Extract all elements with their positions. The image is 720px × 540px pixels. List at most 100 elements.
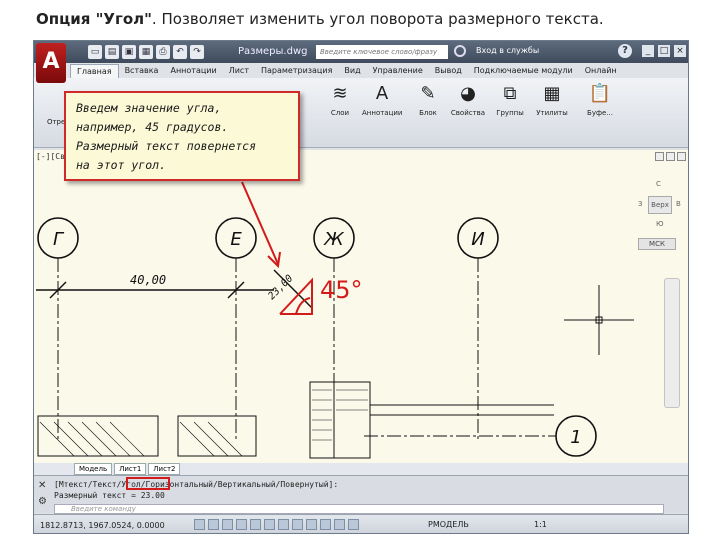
tab-model[interactable]: Модель xyxy=(74,463,113,475)
viewport-close-button[interactable] xyxy=(677,152,686,161)
undo-icon[interactable]: ↶ xyxy=(173,45,187,59)
snap-toggle[interactable] xyxy=(194,519,205,530)
drawing-canvas[interactable]: 40,00 23,00 45° Г Е Ж И1 xyxy=(34,150,689,463)
command-close-icon[interactable]: ✕ xyxy=(38,480,46,491)
ribbon-tool[interactable]: ◕ Свойства xyxy=(448,82,488,117)
ribbon-tab[interactable]: Аннотации xyxy=(164,64,222,78)
status-bar: 1812.8713, 1967.0524, 0.0000 РМОДЕЛЬ 1:1 xyxy=(34,514,688,533)
ribbon-tab[interactable]: Вид xyxy=(338,64,366,78)
cursor-coordinates: 1812.8713, 1967.0524, 0.0000 xyxy=(40,521,165,530)
wall-block xyxy=(177,415,257,457)
command-settings-icon[interactable]: ⚙ xyxy=(38,496,47,507)
ribbon-tab[interactable]: Вывод xyxy=(429,64,468,78)
dyn-toggle[interactable] xyxy=(292,519,303,530)
ribbon-tool[interactable]: ✎ Блок xyxy=(408,82,448,117)
model-space-toggle[interactable]: РМОДЕЛЬ xyxy=(428,520,469,529)
angle-arc xyxy=(295,297,311,315)
ribbon-tab[interactable]: Главная xyxy=(70,64,119,78)
viewcube-west[interactable]: З xyxy=(638,200,643,208)
navigation-bar[interactable] xyxy=(664,278,680,408)
axis-label: И xyxy=(471,229,484,250)
minimize-button[interactable]: _ xyxy=(642,45,654,57)
ribbon-tool[interactable]: ≋ Слои xyxy=(320,82,360,117)
save-as-icon[interactable]: ▦ xyxy=(139,45,153,59)
axis-label: Ж xyxy=(323,229,344,250)
search-input[interactable]: Введите ключевое слово/фразу xyxy=(316,45,448,59)
ribbon-tab[interactable]: Онлайн xyxy=(579,64,623,78)
callout-line: на этот угол. xyxy=(76,158,167,172)
search-icon[interactable] xyxy=(454,45,466,57)
grid-toggle[interactable] xyxy=(208,519,219,530)
save-icon[interactable]: ▣ xyxy=(122,45,136,59)
page-heading: Опция "Угол". Позволяет изменить угол по… xyxy=(36,10,604,28)
command-window: ✕ ⚙ [Мтекст/Текст/Угол/Горизонтальный/Ве… xyxy=(34,475,688,514)
viewport-restore-button[interactable] xyxy=(666,152,675,161)
viewcube-north[interactable]: С xyxy=(656,180,661,188)
ribbon-tab[interactable]: Лист xyxy=(223,64,255,78)
viewport-minimize-button[interactable] xyxy=(655,152,664,161)
autocad-window: ▭ ▤ ▣ ▦ ⎙ ↶ ↷ Размеры.dwg Введите ключевое сло… xyxy=(33,40,689,534)
otrack-toggle[interactable] xyxy=(264,519,275,530)
annotation-scale[interactable]: 1:1 xyxy=(534,520,547,529)
command-highlight-box xyxy=(126,477,170,490)
callout-line: например, 45 градусов. xyxy=(76,120,229,134)
ribbon-tool[interactable]: ⧉ Группы xyxy=(490,82,530,117)
ribbon-tool[interactable]: 📋 Буфе... xyxy=(580,82,620,117)
drawing-viewport[interactable]: 40,00 23,00 45° Г Е Ж И 1 С З В Ю Верх М… xyxy=(34,150,689,463)
annotation-callout: Введем значение угла, например, 45 граду… xyxy=(64,91,300,181)
polar-toggle[interactable] xyxy=(236,519,247,530)
ribbon-tab[interactable]: Вставка xyxy=(119,64,165,78)
ribbon-tool-label: Свойства xyxy=(450,109,486,117)
osnap-toggle[interactable] xyxy=(250,519,261,530)
drafting-settings xyxy=(194,519,359,530)
wcs-menu[interactable]: МСК xyxy=(638,238,676,250)
properties-icon: ◕ xyxy=(460,83,476,104)
window-controls: _ □ × xyxy=(642,45,686,57)
new-icon[interactable]: ▭ xyxy=(88,45,102,59)
ducs-toggle[interactable] xyxy=(278,519,289,530)
command-history-line: Размерный текст = 23.00 xyxy=(54,491,165,500)
ortho-toggle[interactable] xyxy=(222,519,233,530)
ribbon-tool-label: Утилиты xyxy=(536,109,568,117)
ribbon-tool-label: Слои xyxy=(330,109,350,117)
viewcube-south[interactable]: Ю xyxy=(656,220,664,228)
text-icon: A xyxy=(375,83,389,104)
qp-toggle[interactable] xyxy=(334,519,345,530)
dimension-text: 40,00 xyxy=(130,273,166,287)
ribbon-tab[interactable]: Параметризация xyxy=(255,64,338,78)
utilities-icon: ▦ xyxy=(543,83,561,104)
page: Опция "Угол". Позволяет изменить угол по… xyxy=(0,0,720,540)
ribbon-tab[interactable]: Подключаемые модули xyxy=(468,64,579,78)
layout-tabs: Модель Лист1 Лист2 xyxy=(34,463,688,475)
block-icon: ✎ xyxy=(420,83,436,104)
ribbon-tab[interactable]: Управление xyxy=(367,64,429,78)
clipboard-icon: 📋 xyxy=(588,83,612,104)
tab-sheet1[interactable]: Лист1 xyxy=(114,463,147,475)
login-link[interactable]: Вход в службы xyxy=(476,46,539,55)
ribbon-tool[interactable]: ▦ Утилиты xyxy=(532,82,572,117)
help-icon[interactable]: ? xyxy=(618,44,632,58)
groups-icon: ⧉ xyxy=(503,83,517,104)
layers-icon: ≋ xyxy=(332,83,348,104)
app-menu-button[interactable]: A xyxy=(36,43,66,83)
open-icon[interactable]: ▤ xyxy=(105,45,119,59)
tab-sheet2[interactable]: Лист2 xyxy=(148,463,181,475)
ribbon-tabs: Главная Вставка Аннотации Лист Параметризаци… xyxy=(70,64,623,78)
viewcube-east[interactable]: В xyxy=(676,200,681,208)
sc-toggle[interactable] xyxy=(348,519,359,530)
viewcube-face[interactable]: Верх xyxy=(648,196,672,214)
title-bar: ▭ ▤ ▣ ▦ ⎙ ↶ ↷ Размеры.dwg Введите ключевое сло… xyxy=(34,41,688,63)
close-button[interactable]: × xyxy=(674,45,686,57)
redo-icon[interactable]: ↷ xyxy=(190,45,204,59)
ribbon-tool[interactable]: A Аннотации xyxy=(362,82,402,117)
lwt-toggle[interactable] xyxy=(306,519,317,530)
command-input[interactable]: Введите команду xyxy=(54,504,664,514)
ribbon-tool-label: Блок xyxy=(419,109,437,117)
maximize-button[interactable]: □ xyxy=(658,45,670,57)
print-icon[interactable]: ⎙ xyxy=(156,45,170,59)
ribbon-tool-label: Буфе... xyxy=(587,109,613,117)
tpy-toggle[interactable] xyxy=(320,519,331,530)
callout-line: Размерный текст повернется xyxy=(76,139,257,153)
callout-line: Введем значение угла, xyxy=(76,101,222,115)
document-title: Размеры.dwg xyxy=(238,46,308,57)
